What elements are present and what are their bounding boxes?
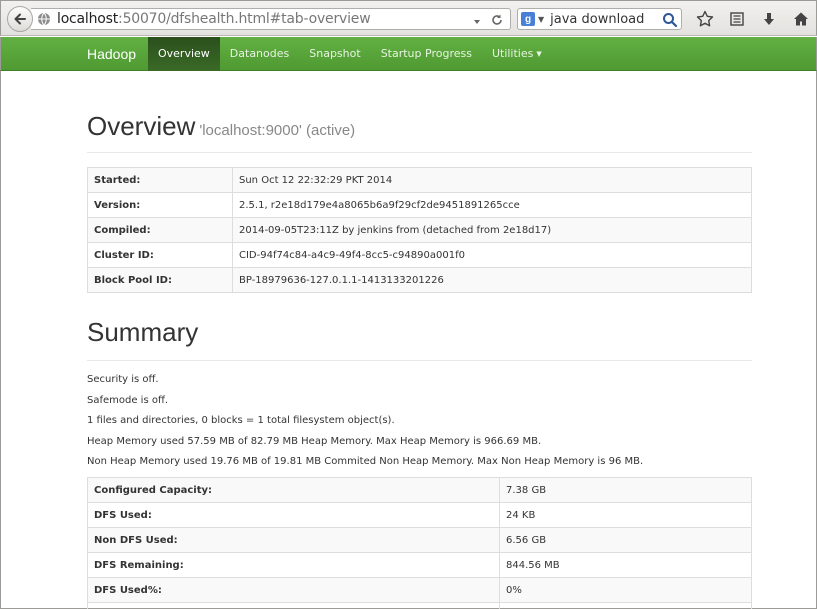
summary-status-lines: Security is off. Safemode is off. 1 file… [87, 373, 752, 476]
table-row: Version: 2.5.1, r2e18d179e4a8065b6a9f29c… [87, 192, 752, 218]
search-box[interactable]: g ▼ java download [517, 8, 682, 30]
row-key: DFS Used: [87, 502, 500, 528]
back-button[interactable] [7, 6, 33, 32]
non-heap-memory: Non Heap Memory used 19.76 MB of 19.81 M… [87, 456, 644, 467]
brand-logo[interactable]: Hadoop [87, 37, 136, 71]
row-value: BP-18979636-127.0.1.1-1413133201226 [232, 267, 752, 293]
overview-subtitle: 'localhost:9000' (active) [199, 122, 356, 139]
reload-icon[interactable] [490, 12, 504, 31]
row-key: Started: [87, 167, 233, 193]
table-row: Cluster ID: CID-94f74c84-a4c9-49f4-8cc5-… [87, 242, 752, 268]
table-row: DFS Remaining: 844.56 MB [87, 552, 752, 578]
row-value: 7.38 GB [499, 477, 752, 503]
row-value: CID-94f74c84-a4c9-49f4-8cc5-c94890a001f0 [232, 242, 752, 268]
table-row: Compiled: 2014-09-05T23:11Z by jenkins f… [87, 217, 752, 243]
capacity-table: Configured Capacity: 7.38 GB DFS Used: 2… [87, 477, 752, 609]
back-arrow-icon [12, 11, 28, 27]
row-value: 0% [499, 577, 752, 603]
url-path: :50070/dfshealth.html#tab-overview [118, 11, 371, 27]
table-row: Block Pool ID: BP-18979636-127.0.1.1-141… [87, 267, 752, 293]
url-text: localhost:50070/dfshealth.html#tab-overv… [57, 11, 371, 27]
row-value: Sun Oct 12 22:32:29 PKT 2014 [232, 167, 752, 193]
google-icon[interactable]: g [521, 12, 535, 26]
nav-tab-overview[interactable]: Overview [148, 37, 220, 71]
overview-table: Started: Sun Oct 12 22:32:29 PKT 2014 Ve… [87, 167, 752, 293]
security-status: Security is off. [87, 374, 159, 385]
row-value: 6.56 GB [499, 527, 752, 553]
nav-tab-utilities-label: Utilities [491, 47, 534, 60]
search-engine-dropdown-icon[interactable]: ▼ [538, 15, 544, 24]
row-key: Version: [87, 192, 233, 218]
search-input[interactable]: java download [550, 12, 644, 27]
nav-tab-snapshot[interactable]: Snapshot [299, 37, 370, 71]
url-host: localhost [57, 11, 119, 27]
row-value: 844.56 MB [499, 552, 752, 578]
download-icon[interactable] [753, 9, 785, 29]
hadoop-navbar: Hadoop Overview Datanodes Snapshot Start… [0, 37, 817, 71]
safemode-status: Safemode is off. [87, 394, 169, 406]
summary-header: Summary [87, 317, 752, 361]
table-row: DFS Used: 24 KB [87, 502, 752, 528]
table-row: Non DFS Used: 6.56 GB [87, 527, 752, 553]
nav-tab-startup-progress[interactable]: Startup Progress [371, 37, 482, 71]
filesystem-objects: 1 files and directories, 0 blocks = 1 to… [87, 415, 395, 426]
table-row: Started: Sun Oct 12 22:32:29 PKT 2014 [87, 167, 752, 193]
table-row [87, 602, 752, 609]
dropdown-arrow-icon[interactable] [472, 12, 482, 31]
summary-title: Summary [87, 317, 199, 347]
bookmark-star-icon[interactable] [689, 9, 721, 29]
row-value: 2014-09-05T23:11Z by jenkins from (detac… [232, 217, 752, 243]
row-key [87, 602, 500, 609]
row-value: 24 KB [499, 502, 752, 528]
row-key: Block Pool ID: [87, 267, 233, 293]
browser-toolbar: localhost:50070/dfshealth.html#tab-overv… [0, 0, 817, 36]
row-key: DFS Used%: [87, 577, 500, 603]
row-key: Cluster ID: [87, 242, 233, 268]
overview-title: Overview [87, 111, 196, 141]
globe-icon [37, 12, 51, 26]
row-key: Configured Capacity: [87, 477, 500, 503]
overview-header: Overview'localhost:9000' (active) [87, 111, 752, 153]
nav-tab-datanodes[interactable]: Datanodes [220, 37, 299, 71]
row-key: Non DFS Used: [87, 527, 500, 553]
heap-memory: Heap Memory used 57.59 MB of 82.79 MB He… [87, 435, 542, 447]
caret-down-icon: ▼ [536, 50, 542, 58]
address-bar[interactable]: localhost:50070/dfshealth.html#tab-overv… [31, 8, 511, 30]
row-value: 2.5.1, r2e18d179e4a8065b6a9f29cf2de94518… [232, 192, 752, 218]
nav-tab-utilities[interactable]: Utilities ▼ [482, 37, 552, 71]
reading-list-icon[interactable] [721, 9, 753, 29]
row-key: DFS Remaining: [87, 552, 500, 578]
home-icon[interactable] [785, 9, 817, 29]
row-key: Compiled: [87, 217, 233, 243]
table-row: DFS Used%: 0% [87, 577, 752, 603]
table-row: Configured Capacity: 7.38 GB [87, 477, 752, 503]
row-value [499, 602, 752, 609]
search-icon[interactable] [662, 12, 678, 32]
